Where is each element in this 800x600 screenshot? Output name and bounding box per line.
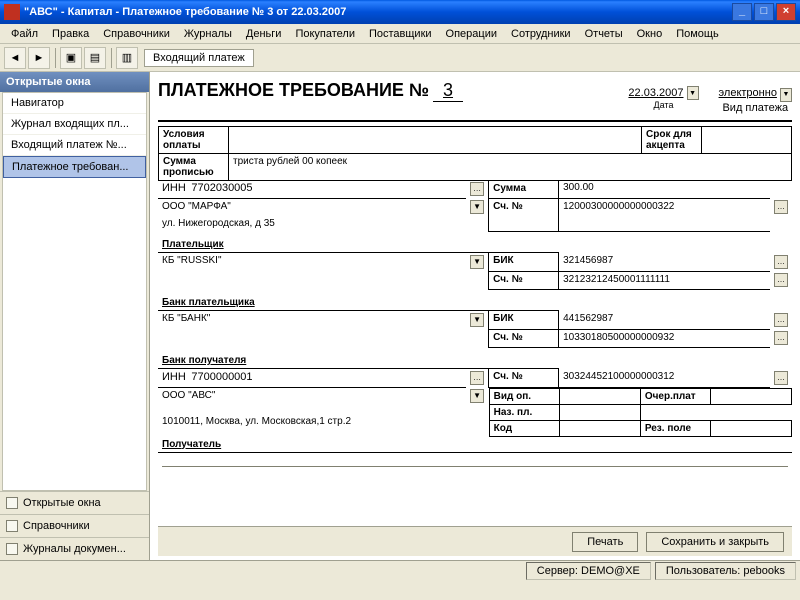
menu-Операции[interactable]: Операции (439, 26, 504, 42)
dropdown-icon[interactable]: ▼ (470, 313, 484, 327)
minimize-button[interactable]: _ (732, 3, 752, 21)
doc-header: ПЛАТЕЖНОЕ ТРЕБОВАНИЕ № 3 22.03.2007 ▼ Да… (158, 76, 792, 122)
lookup-icon[interactable]: … (774, 331, 788, 345)
payer-sch[interactable]: 12000300000000000322 (559, 198, 770, 231)
sidebar-list: НавигаторЖурнал входящих пл...Входящий п… (2, 92, 147, 491)
recv-name[interactable]: ООО "АВС" (158, 387, 466, 414)
lookup-icon[interactable]: … (774, 200, 788, 214)
lookup-icon[interactable]: … (470, 371, 484, 385)
recv-inn[interactable]: 7700000001 (191, 371, 252, 383)
lookup-icon[interactable]: … (774, 313, 788, 327)
lookup-icon[interactable]: … (774, 273, 788, 287)
doc-date[interactable]: 22.03.2007 (628, 87, 683, 99)
sidebar-tab[interactable]: Справочники (0, 514, 149, 537)
doc-type[interactable]: электронно (719, 87, 777, 99)
type-label: Вид платежа (722, 102, 788, 114)
sidebar-item[interactable]: Навигатор (3, 93, 146, 114)
dropdown-icon[interactable]: ▼ (470, 389, 484, 403)
srok-field[interactable] (702, 126, 792, 153)
payer-bank-bik[interactable]: 321456987 (559, 253, 770, 272)
sidebar-bottom: Открытые окнаСправочникиЖурналы докумен.… (0, 491, 149, 560)
label-sch: Сч. № (489, 271, 559, 289)
toolbar: ◄ ► ▣ ▤ ▥ Входящий платеж (0, 44, 800, 72)
sidebar-item[interactable]: Платежное требован... (3, 156, 146, 178)
payer-bank-name[interactable]: КБ "RUSSKI" (158, 253, 466, 272)
save-close-button[interactable]: Сохранить и закрыть (646, 532, 784, 552)
section-recv-bank: Банк получателя (158, 353, 489, 369)
status-bar: Сервер: DEMO@XE Пользователь: pebooks (0, 560, 800, 580)
label-usloviya: Условия оплаты (159, 126, 229, 153)
sidebar-tab[interactable]: Журналы докумен... (0, 537, 149, 560)
tool-1[interactable]: ▣ (60, 47, 82, 69)
type-dropdown-icon[interactable]: ▼ (780, 88, 792, 102)
doc-number[interactable]: 3 (433, 80, 463, 102)
doc-title: ПЛАТЕЖНОЕ ТРЕБОВАНИЕ № (158, 80, 429, 101)
sum-words-field[interactable]: триста рублей 00 копеек (229, 153, 792, 180)
lookup-icon[interactable]: … (774, 255, 788, 269)
label-srok: Срок для акцепта (642, 126, 702, 153)
tool-2[interactable]: ▤ (84, 47, 106, 69)
label-sch: Сч. № (489, 329, 559, 347)
label-sch: Сч. № (489, 369, 559, 388)
section-payer: Плательщик (158, 237, 489, 253)
menu-Помощь[interactable]: Помощь (669, 26, 726, 42)
date-label: Дата (654, 100, 674, 110)
usloviya-field[interactable] (229, 126, 642, 153)
dropdown-icon[interactable]: ▼ (470, 255, 484, 269)
tool-fwd[interactable]: ► (28, 47, 50, 69)
sidebar-tab[interactable]: Открытые окна (0, 491, 149, 514)
status-server: DEMO@XE (581, 565, 640, 577)
dropdown-icon[interactable]: ▼ (470, 200, 484, 214)
maximize-button[interactable]: □ (754, 3, 774, 21)
sidebar: Открытые окна НавигаторЖурнал входящих п… (0, 72, 150, 560)
date-dropdown-icon[interactable]: ▼ (687, 86, 699, 100)
main-pane: ПЛАТЕЖНОЕ ТРЕБОВАНИЕ № 3 22.03.2007 ▼ Да… (150, 72, 800, 560)
footer-bar: Печать Сохранить и закрыть (158, 526, 792, 556)
label-bik: БИК (489, 311, 559, 330)
close-button[interactable]: × (776, 3, 796, 21)
menu-bar: ФайлПравкаСправочникиЖурналыДеньгиПокупа… (0, 24, 800, 44)
label-sch: Сч. № (489, 198, 559, 231)
menu-Поставщики[interactable]: Поставщики (362, 26, 439, 42)
section-payer-bank: Банк плательщика (158, 295, 489, 311)
label-summa: Сумма (489, 180, 559, 198)
tool-back[interactable]: ◄ (4, 47, 26, 69)
lookup-icon[interactable]: … (774, 371, 788, 385)
recv-bank-sch[interactable]: 10330180500000000932 (559, 329, 770, 347)
sidebar-item[interactable]: Журнал входящих пл... (3, 114, 146, 135)
payer-bank-sch[interactable]: 32123212450001111111 (559, 271, 770, 289)
tool-3[interactable]: ▥ (116, 47, 138, 69)
recv-bank-bik[interactable]: 441562987 (559, 311, 770, 330)
summa-field[interactable]: 300.00 (559, 180, 770, 198)
window-title: "АВС" - Капитал - Платежное требование №… (24, 6, 346, 18)
menu-Журналы[interactable]: Журналы (177, 26, 239, 42)
menu-Сотрудники[interactable]: Сотрудники (504, 26, 578, 42)
menu-Правка[interactable]: Правка (45, 26, 96, 42)
menu-Покупатели[interactable]: Покупатели (288, 26, 362, 42)
form-area: Условия оплаты Срок для акцепта Сумма пр… (158, 126, 792, 527)
title-bar: "АВС" - Капитал - Платежное требование №… (0, 0, 800, 24)
breadcrumb[interactable]: Входящий платеж (144, 49, 254, 67)
lookup-icon[interactable]: … (470, 182, 484, 196)
sidebar-item[interactable]: Входящий платеж №... (3, 135, 146, 156)
app-icon (4, 4, 20, 20)
sidebar-header: Открытые окна (0, 72, 149, 92)
recv-bank-name[interactable]: КБ "БАНК" (158, 311, 466, 330)
menu-Отчеты[interactable]: Отчеты (578, 26, 630, 42)
memo-field[interactable] (162, 455, 788, 467)
section-recv: Получатель (158, 437, 792, 453)
recv-sch[interactable]: 30324452100000000312 (559, 369, 770, 388)
recv-addr: 1010011, Москва, ул. Московская,1 стр.2 (158, 414, 489, 437)
status-user: pebooks (743, 565, 785, 577)
menu-Деньги[interactable]: Деньги (239, 26, 289, 42)
payer-inn[interactable]: 7702030005 (191, 182, 252, 194)
label-sum-words: Сумма прописью (159, 153, 229, 180)
print-button[interactable]: Печать (572, 532, 638, 552)
menu-Окно[interactable]: Окно (630, 26, 670, 42)
payer-addr: ул. Нижегородская, д 35 (158, 216, 489, 231)
payer-name[interactable]: ООО "МАРФА" (158, 198, 466, 216)
label-bik: БИК (489, 253, 559, 272)
menu-Файл[interactable]: Файл (4, 26, 45, 42)
menu-Справочники[interactable]: Справочники (96, 26, 177, 42)
